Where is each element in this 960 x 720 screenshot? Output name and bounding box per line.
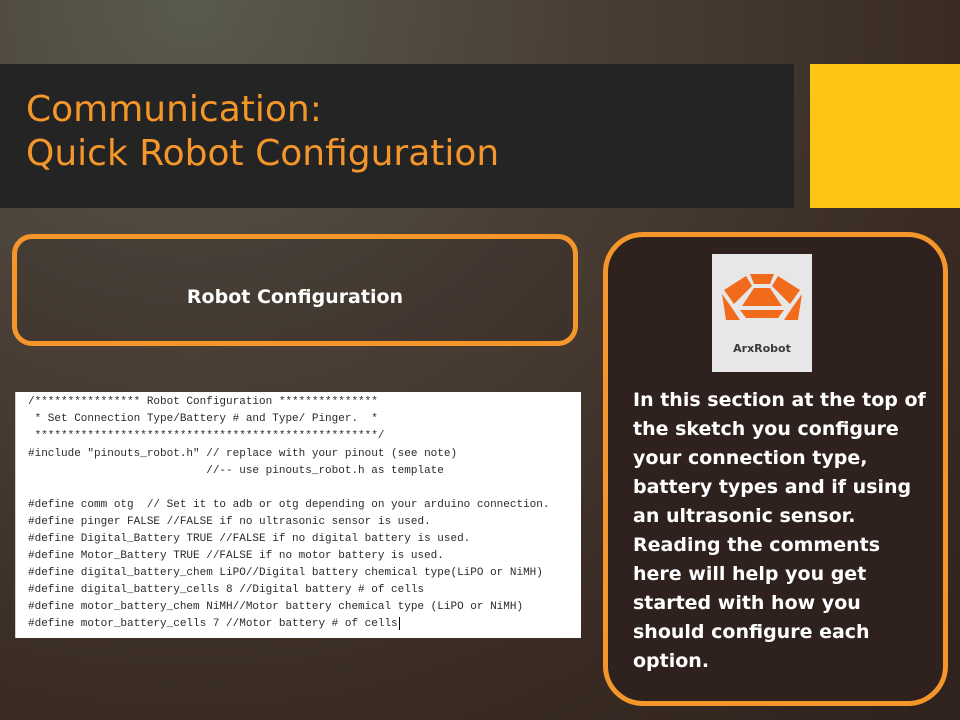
code-line: #define Motor_Battery TRUE //FALSE if no… xyxy=(28,550,444,562)
code-screenshot: /**************** Robot Configuration **… xyxy=(15,392,581,638)
code-line: #define motor_battery_chem NiMH//Motor b… xyxy=(28,601,524,613)
code-line-text: #define motor_battery_cells 7 //Motor ba… xyxy=(28,618,398,630)
slide-title-line-2: Quick Robot Configuration xyxy=(26,133,500,174)
arxrobot-logo: ArxRobot xyxy=(712,254,812,372)
title-bar: Communication: Quick Robot Configuration xyxy=(0,64,794,208)
arxrobot-logo-text: ArxRobot xyxy=(733,342,791,355)
code-line: /**************** Robot Configuration **… xyxy=(28,396,378,408)
code-line: * Set Connection Type/Battery # and Type… xyxy=(28,413,378,425)
code-line: ****************************************… xyxy=(28,430,385,442)
code-line-last: #define motor_battery_cells 7 //Motor ba… xyxy=(28,616,400,632)
code-line: #define Digital_Battery TRUE //FALSE if … xyxy=(28,533,471,545)
code-line: #define digital_battery_cells 8 //Digita… xyxy=(28,584,425,596)
description-text: In this section at the top of the sketch… xyxy=(633,389,926,672)
slide-title-line-1: Communication: xyxy=(26,89,322,130)
code-line: #include "pinouts_robot.h" // replace wi… xyxy=(28,448,458,460)
robot-configuration-label: Robot Configuration xyxy=(186,286,404,308)
code-line: //-- use pinouts_robot.h as template xyxy=(28,465,444,477)
code-line: #define comm otg // Set it to adb or otg… xyxy=(28,499,550,511)
code-line: #define digital_battery_chem LiPO//Digit… xyxy=(28,567,543,579)
robot-configuration-box: Robot Configuration xyxy=(12,234,578,346)
accent-block xyxy=(810,64,960,208)
code-line: #define pinger FALSE //FALSE if no ultra… xyxy=(28,516,431,528)
text-cursor xyxy=(398,616,400,630)
